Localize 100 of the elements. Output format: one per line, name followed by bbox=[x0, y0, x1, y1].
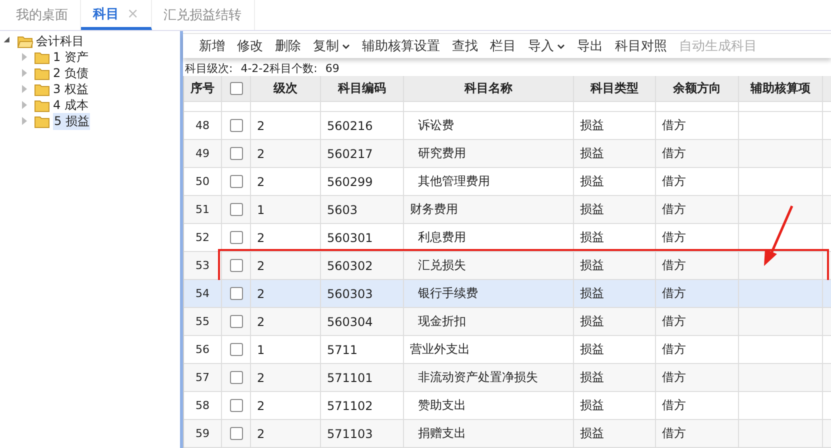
toolbar-button[interactable]: 辅助核算设置 bbox=[356, 37, 446, 55]
table-row[interactable]: 57 2 571101 非流动资产处置净损失 损益 借方 bbox=[184, 364, 831, 392]
tree-item[interactable]: 1 资产 bbox=[0, 49, 88, 65]
column-header: 辅助核算项 bbox=[739, 76, 823, 101]
toolbar-button[interactable]: 新增 bbox=[193, 37, 231, 55]
table-cell: 借方 bbox=[656, 252, 739, 279]
table-row[interactable]: 51 1 5603 财务费用 损益 借方 bbox=[184, 196, 831, 224]
table-cell: 借方 bbox=[656, 112, 739, 139]
checkbox[interactable] bbox=[230, 203, 242, 216]
column-header: 科目类型 bbox=[574, 76, 656, 101]
info-label: 科目个数: bbox=[270, 61, 318, 76]
table-cell: 汇兑损失 bbox=[404, 252, 574, 279]
checkbox[interactable] bbox=[230, 399, 242, 412]
table-row[interactable]: 53 2 560302 汇兑损失 损益 借方 bbox=[184, 252, 831, 280]
tree-label[interactable]: 4 成本 bbox=[53, 96, 88, 114]
table-cell: 560301 bbox=[321, 224, 404, 251]
info-label: 科目级次: bbox=[185, 61, 233, 76]
table-cell: 1 bbox=[251, 336, 321, 363]
table-cell: 56 bbox=[184, 336, 222, 363]
checkbox[interactable] bbox=[230, 259, 242, 272]
table-cell: 560303 bbox=[321, 280, 404, 307]
checkbox[interactable] bbox=[230, 82, 242, 95]
checkbox[interactable] bbox=[230, 287, 242, 300]
table-cell: 银行手续费 bbox=[404, 280, 574, 307]
table-cell: 560217 bbox=[321, 140, 404, 167]
tree-item[interactable]: 5 损益 bbox=[0, 113, 90, 129]
table-cell: 借方 bbox=[656, 420, 739, 447]
tab[interactable]: 科目 × bbox=[81, 0, 152, 30]
toolbar-button[interactable]: 导入 bbox=[522, 37, 571, 55]
checkbox[interactable] bbox=[230, 147, 242, 160]
table-row[interactable]: 54 2 560303 银行手续费 损益 借方 bbox=[184, 280, 831, 308]
table-cell: 53 bbox=[184, 252, 222, 279]
column-header: 科目名称 bbox=[404, 76, 574, 101]
table-cell: 捐赠支出 bbox=[404, 420, 574, 447]
toolbar-button[interactable]: 导出 bbox=[571, 37, 609, 55]
table-cell: 研究费用 bbox=[404, 140, 574, 167]
table-cell: 54 bbox=[184, 280, 222, 307]
checkbox[interactable] bbox=[230, 371, 242, 384]
table-row[interactable]: 49 2 560217 研究费用 损益 借方 bbox=[184, 140, 831, 168]
tree-label[interactable]: 2 负债 bbox=[53, 64, 88, 82]
table-cell: 借方 bbox=[656, 168, 739, 195]
table-cell: 损益 bbox=[574, 252, 656, 279]
checkbox[interactable] bbox=[230, 175, 242, 188]
table-cell: 2 bbox=[251, 364, 321, 391]
table-cell: 560302 bbox=[321, 252, 404, 279]
tab[interactable]: 我的桌面 bbox=[4, 0, 81, 30]
tree-label[interactable]: 5 损益 bbox=[53, 112, 90, 130]
table-cell: 借方 bbox=[656, 336, 739, 363]
table-cell: 借方 bbox=[656, 140, 739, 167]
table-cell: 2 bbox=[251, 112, 321, 139]
checkbox[interactable] bbox=[230, 315, 242, 328]
tab[interactable]: 汇兑损益结转 bbox=[152, 0, 255, 30]
table-cell: 借方 bbox=[656, 392, 739, 419]
checkbox[interactable] bbox=[230, 119, 242, 132]
column-header: 科目编码 bbox=[321, 76, 404, 101]
table-cell: 59 bbox=[184, 420, 222, 447]
table-cell: 损益 bbox=[574, 112, 656, 139]
info-value: 69 bbox=[325, 62, 340, 75]
folder-icon bbox=[34, 98, 50, 112]
table-cell: 损益 bbox=[574, 280, 656, 307]
toolbar-button[interactable]: 栏目 bbox=[484, 37, 522, 55]
tree-item[interactable]: 2 负债 bbox=[0, 65, 88, 81]
table-cell: 2 bbox=[251, 308, 321, 335]
table-cell: 损益 bbox=[574, 364, 656, 391]
table-cell: 560216 bbox=[321, 112, 404, 139]
checkbox[interactable] bbox=[230, 231, 242, 244]
table-cell: 571103 bbox=[321, 420, 404, 447]
table-cell: 2 bbox=[251, 252, 321, 279]
table-row[interactable]: 55 2 560304 现金折扣 损益 借方 bbox=[184, 308, 831, 336]
table-cell: 560299 bbox=[321, 168, 404, 195]
toolbar-button[interactable]: 复制 bbox=[307, 37, 356, 55]
table-cell: 2 bbox=[251, 392, 321, 419]
tree-label[interactable]: 3 权益 bbox=[53, 80, 88, 98]
table-cell: 2 bbox=[251, 280, 321, 307]
table-cell: 损益 bbox=[574, 140, 656, 167]
table-cell: 损益 bbox=[574, 420, 656, 447]
annotation-arrow bbox=[764, 206, 794, 266]
tree-item[interactable]: 3 权益 bbox=[0, 81, 88, 97]
table-cell: 2 bbox=[251, 224, 321, 251]
table-cell: 借方 bbox=[656, 196, 739, 223]
column-header: 序号 bbox=[184, 76, 222, 101]
table-cell: 5603 bbox=[321, 196, 404, 223]
tree-item[interactable]: 会计科目 bbox=[0, 33, 84, 49]
toolbar-button[interactable]: 查找 bbox=[446, 37, 484, 55]
table-cell: 损益 bbox=[574, 168, 656, 195]
table-cell: 营业外支出 bbox=[404, 336, 574, 363]
tree-item[interactable]: 4 成本 bbox=[0, 97, 88, 113]
toolbar-button[interactable]: 科目对照 bbox=[609, 37, 673, 55]
toolbar-button[interactable]: 修改 bbox=[231, 37, 269, 55]
folder-icon bbox=[34, 82, 50, 96]
toolbar-button[interactable]: 删除 bbox=[269, 37, 307, 55]
checkbox[interactable] bbox=[230, 427, 242, 440]
column-header: 余额方向 bbox=[656, 76, 739, 101]
checkbox[interactable] bbox=[230, 343, 242, 356]
table-cell: 48 bbox=[184, 112, 222, 139]
table-row[interactable]: 59 2 571103 捐赠支出 损益 借方 bbox=[184, 420, 831, 448]
tree-label[interactable]: 1 资产 bbox=[53, 48, 88, 66]
table-cell: 57 bbox=[184, 364, 222, 391]
table-cell: 损益 bbox=[574, 196, 656, 223]
table-cell: 财务费用 bbox=[404, 196, 574, 223]
